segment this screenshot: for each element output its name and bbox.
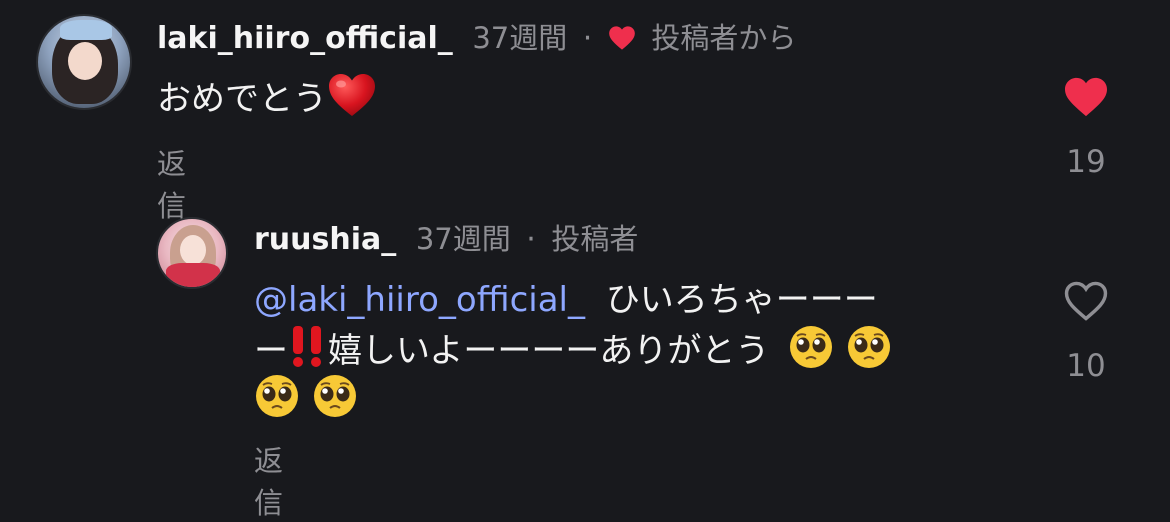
comment-text-line-2: ー 嬉しいよーーーーありがとう bbox=[254, 324, 904, 374]
reply-button[interactable]: 返信 bbox=[157, 141, 186, 225]
pleading-face-emoji-icon bbox=[314, 375, 356, 417]
reply-button[interactable]: 返信 bbox=[254, 438, 283, 522]
pleading-face-emoji-icon bbox=[848, 326, 891, 368]
comment-header: ruushia_ 37週間 · 投稿者 bbox=[254, 219, 638, 260]
like-count: 19 bbox=[1066, 144, 1106, 180]
comment-text-line-3 bbox=[254, 373, 370, 423]
avatar[interactable] bbox=[156, 217, 228, 289]
mention-link[interactable]: @laki_hiiro_official_ bbox=[254, 280, 585, 320]
author-liked-heart-icon bbox=[609, 26, 635, 50]
timestamp: 37週間 bbox=[415, 222, 511, 256]
avatar-face bbox=[68, 42, 102, 80]
separator: · bbox=[582, 21, 593, 56]
comment-text-part: ー bbox=[254, 331, 288, 371]
comment-header: laki_hiiro_official_ 37週間 · 投稿者から bbox=[157, 18, 796, 59]
avatar-face bbox=[180, 235, 206, 265]
comment-text-content: おめでとう bbox=[157, 79, 327, 119]
comment-text-part: ひいろちゃーーー bbox=[605, 280, 878, 320]
avatar[interactable] bbox=[36, 14, 132, 110]
avatar-hat bbox=[60, 20, 112, 40]
separator: · bbox=[526, 222, 536, 257]
avatar-outfit bbox=[166, 263, 220, 287]
like-column: 10 bbox=[1056, 280, 1116, 384]
like-column: 19 bbox=[1056, 76, 1116, 180]
author-liked-label: 投稿者から bbox=[651, 21, 797, 55]
comment-text-line-1: @laki_hiiro_official_ ひいろちゃーーー bbox=[254, 277, 878, 323]
like-heart-outline-icon[interactable] bbox=[1062, 280, 1110, 322]
red-heart-emoji-icon bbox=[329, 74, 375, 116]
pleading-face-emoji-icon bbox=[790, 326, 833, 368]
author-badge: 投稿者 bbox=[551, 222, 639, 256]
like-count: 10 bbox=[1066, 348, 1106, 384]
pleading-face-emoji-icon bbox=[256, 375, 298, 417]
like-heart-filled-icon[interactable] bbox=[1062, 76, 1110, 118]
double-exclamation-emoji-icon bbox=[293, 326, 321, 367]
timestamp: 37週間 bbox=[472, 21, 568, 55]
username[interactable]: ruushia_ bbox=[254, 222, 396, 257]
username[interactable]: laki_hiiro_official_ bbox=[157, 21, 453, 56]
comment-text: おめでとう bbox=[157, 72, 377, 122]
comment-text-part: 嬉しいよーーーーありがとう bbox=[328, 331, 770, 371]
